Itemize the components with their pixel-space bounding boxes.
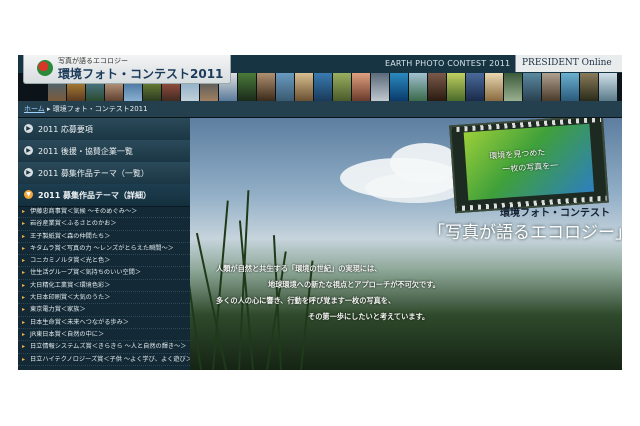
logo-title: 環境フォト・コンテスト2011: [58, 67, 224, 81]
sidebar-item-application[interactable]: ▶ 2011 応募要項: [18, 118, 190, 141]
sidebar-item-label: 2011 募集作品テーマ（詳細）: [38, 191, 152, 200]
award-link[interactable]: 東京電力賞＜家族＞: [18, 304, 190, 317]
film-strip-graphic: 環境を見つめた 一枚の写真を一: [449, 118, 609, 214]
award-link[interactable]: 大日精化工業賞＜環境色彩＞: [18, 280, 190, 293]
award-link[interactable]: 住生活グループ賞＜気持ちのいい空間＞: [18, 267, 190, 280]
strip-photo: [333, 73, 351, 101]
sidebar-item-themes-detail[interactable]: ▼ 2011 募集作品テーマ（詳細）: [18, 184, 190, 207]
award-link[interactable]: キタムラ賞＜写真の力 ～レンズがとらえた瞬間～＞: [18, 243, 190, 256]
site-container: EARTH PHOTO CONTEST 2011 PRESIDENT Onlin…: [18, 55, 622, 370]
strip-photo: [504, 73, 522, 101]
breadcrumb-bar: ホーム ▸ 環境フォト・コンテスト2011: [18, 101, 622, 118]
breadcrumb-separator: ▸: [44, 105, 53, 113]
strip-photo: [599, 73, 617, 101]
award-link[interactable]: JR東日本賞＜自然の中に＞: [18, 329, 190, 342]
breadcrumb: ホーム ▸ 環境フォト・コンテスト2011: [24, 104, 148, 114]
contest-title: EARTH PHOTO CONTEST 2011: [385, 59, 511, 68]
chevron-down-icon: ▼: [24, 190, 33, 199]
sidebar-item-label: 2011 応募要項: [38, 125, 93, 134]
site-logo[interactable]: 写真が語るエコロジー 環境フォト・コンテスト2011: [23, 55, 231, 84]
award-link[interactable]: 岩谷産業賞＜ふるさとのかお＞: [18, 218, 190, 231]
sidebar-item-sponsors[interactable]: ▶ 2011 後援・協賛企業一覧: [18, 140, 190, 163]
strip-photo: [466, 73, 484, 101]
chevron-right-icon: ▶: [24, 146, 33, 155]
strip-photo: [447, 73, 465, 101]
breadcrumb-home-link[interactable]: ホーム: [24, 105, 45, 113]
hero-text-line: 多くの人の心に響き、行動を呼び覚ます一枚の写真を、: [216, 296, 396, 305]
strip-photo: [523, 73, 541, 101]
strip-photo: [390, 73, 408, 101]
hero-title-large: 「写真が語るエコロジー」: [428, 223, 622, 243]
president-online-logo[interactable]: PRESIDENT Online: [515, 55, 622, 72]
award-link[interactable]: 日立ハイテクノロジーズ賞＜子供 ～よく学び、よく遊び＞: [18, 354, 190, 366]
sidebar: ▶ 2011 応募要項 ▶ 2011 後援・協賛企業一覧 ▶ 2011 募集作品…: [18, 118, 190, 370]
award-link[interactable]: 大日本印刷賞＜大気のうた＞: [18, 292, 190, 305]
president-online-label: PRESIDENT Online: [522, 58, 612, 68]
strip-photo: [580, 73, 598, 101]
chevron-right-icon: ▶: [24, 168, 33, 177]
award-link[interactable]: 伊藤忠商事賞＜気候 ～そのめぐみ～＞: [18, 206, 190, 219]
chevron-right-icon: ▶: [24, 124, 33, 133]
strip-photo: [295, 73, 313, 101]
hero-title-small: 環境フォト・コンテスト: [500, 208, 610, 219]
strip-photo: [238, 73, 256, 101]
hero-text-line: その第一歩にしたいと考えています。: [308, 312, 430, 321]
award-link[interactable]: 王子製紙賞＜森の仲間たち＞: [18, 231, 190, 243]
strip-photo: [542, 73, 560, 101]
award-link[interactable]: 日本生命賞＜未来へつながる歩み＞: [18, 317, 190, 329]
strip-photo: [276, 73, 294, 101]
breadcrumb-current: 環境フォト・コンテスト2011: [52, 105, 148, 113]
award-link[interactable]: コニカミノルタ賞＜光と色＞: [18, 255, 190, 268]
theme-award-list: 伊藤忠商事賞＜気候 ～そのめぐみ～＞ 岩谷産業賞＜ふるさとのかお＞ 王子製紙賞＜…: [18, 206, 190, 366]
strip-photo: [314, 73, 332, 101]
hero-text-line: 人類が自然と共生する「環境の世紀」の実現には、: [216, 264, 382, 273]
hero-banner: 環境を見つめた 一枚の写真を一 環境フォト・コンテスト 「写真が語るエコロジー」…: [190, 118, 622, 370]
hero-text-line: 地球環境への新たな視点とアプローチが不可欠です。: [268, 280, 440, 289]
strip-photo: [561, 73, 579, 101]
sidebar-item-label: 2011 募集作品テーマ（一覧）: [38, 169, 149, 178]
award-link[interactable]: 日立情報システムズ賞＜きらきら ～人と自然の輝き～＞: [18, 341, 190, 354]
strip-photo: [428, 73, 446, 101]
strip-photo: [485, 73, 503, 101]
strip-photo: [371, 73, 389, 101]
strip-photo: [257, 73, 275, 101]
strip-photo: [352, 73, 370, 101]
sidebar-item-themes-list[interactable]: ▶ 2011 募集作品テーマ（一覧）: [18, 162, 190, 185]
strip-photo: [409, 73, 427, 101]
earth-logo-icon: [37, 60, 53, 76]
sidebar-item-label: 2011 後援・協賛企業一覧: [38, 147, 133, 156]
cloud-shape: [365, 173, 465, 203]
